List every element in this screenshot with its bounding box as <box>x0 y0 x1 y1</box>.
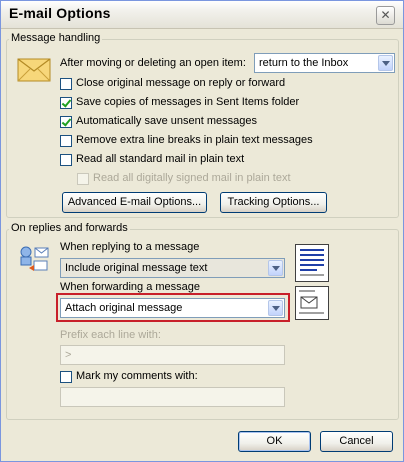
auto-save-unsent-label: Automatically save unsent messages <box>76 115 257 127</box>
title-bar: E-mail Options ✕ <box>1 1 403 29</box>
forward-dropdown[interactable]: Attach original message <box>60 298 285 318</box>
reply-forward-icon <box>20 246 49 271</box>
after-moving-label: After moving or deleting an open item: <box>60 57 246 69</box>
chevron-down-icon[interactable] <box>268 260 283 276</box>
remove-line-breaks-checkbox[interactable] <box>60 135 72 147</box>
reply-dropdown[interactable]: Include original message text <box>60 258 285 278</box>
reply-value: Include original message text <box>65 262 208 274</box>
email-options-dialog: E-mail Options ✕ Message handling After … <box>0 0 404 462</box>
attachment-preview-icon <box>295 286 329 320</box>
dialog-title: E-mail Options <box>9 5 111 21</box>
prefix-input[interactable]: > <box>60 345 285 365</box>
cancel-button[interactable]: Cancel <box>320 431 393 452</box>
forward-label: When forwarding a message <box>60 281 201 293</box>
tracking-options-button[interactable]: Tracking Options... <box>220 192 327 213</box>
mark-comments-label: Mark my comments with: <box>76 370 198 382</box>
auto-save-unsent-checkbox[interactable] <box>60 116 72 128</box>
replies-forwards-legend: On replies and forwards <box>9 222 130 234</box>
save-copies-label: Save copies of messages in Sent Items fo… <box>76 96 300 108</box>
advanced-email-options-button[interactable]: Advanced E-mail Options... <box>62 192 207 213</box>
after-moving-value: return to the Inbox <box>259 57 349 69</box>
close-original-checkbox[interactable] <box>60 78 72 90</box>
read-plain-text-checkbox[interactable] <box>60 154 72 166</box>
prefix-label: Prefix each line with: <box>60 329 161 341</box>
save-copies-checkbox[interactable] <box>60 97 72 109</box>
envelope-icon <box>17 58 51 82</box>
forward-value: Attach original message <box>65 302 183 314</box>
after-moving-dropdown[interactable]: return to the Inbox <box>254 53 395 73</box>
close-original-label: Close original message on reply or forwa… <box>76 77 286 89</box>
prefix-value: > <box>65 349 72 361</box>
read-plain-text-label: Read all standard mail in plain text <box>76 153 245 165</box>
reply-label: When replying to a message <box>60 241 200 253</box>
remove-line-breaks-label: Remove extra line breaks in plain text m… <box>76 134 313 146</box>
close-button[interactable]: ✕ <box>376 6 395 25</box>
message-handling-legend: Message handling <box>9 32 103 44</box>
chevron-down-icon[interactable] <box>378 55 393 71</box>
chevron-down-icon[interactable] <box>268 300 283 316</box>
read-signed-plain-text-checkbox[interactable] <box>77 173 89 185</box>
reply-preview-icon <box>295 244 329 282</box>
mark-comments-input[interactable] <box>60 387 285 407</box>
mark-comments-checkbox[interactable] <box>60 371 72 383</box>
read-signed-plain-text-label: Read all digitally signed mail in plain … <box>93 172 291 184</box>
ok-button[interactable]: OK <box>238 431 311 452</box>
